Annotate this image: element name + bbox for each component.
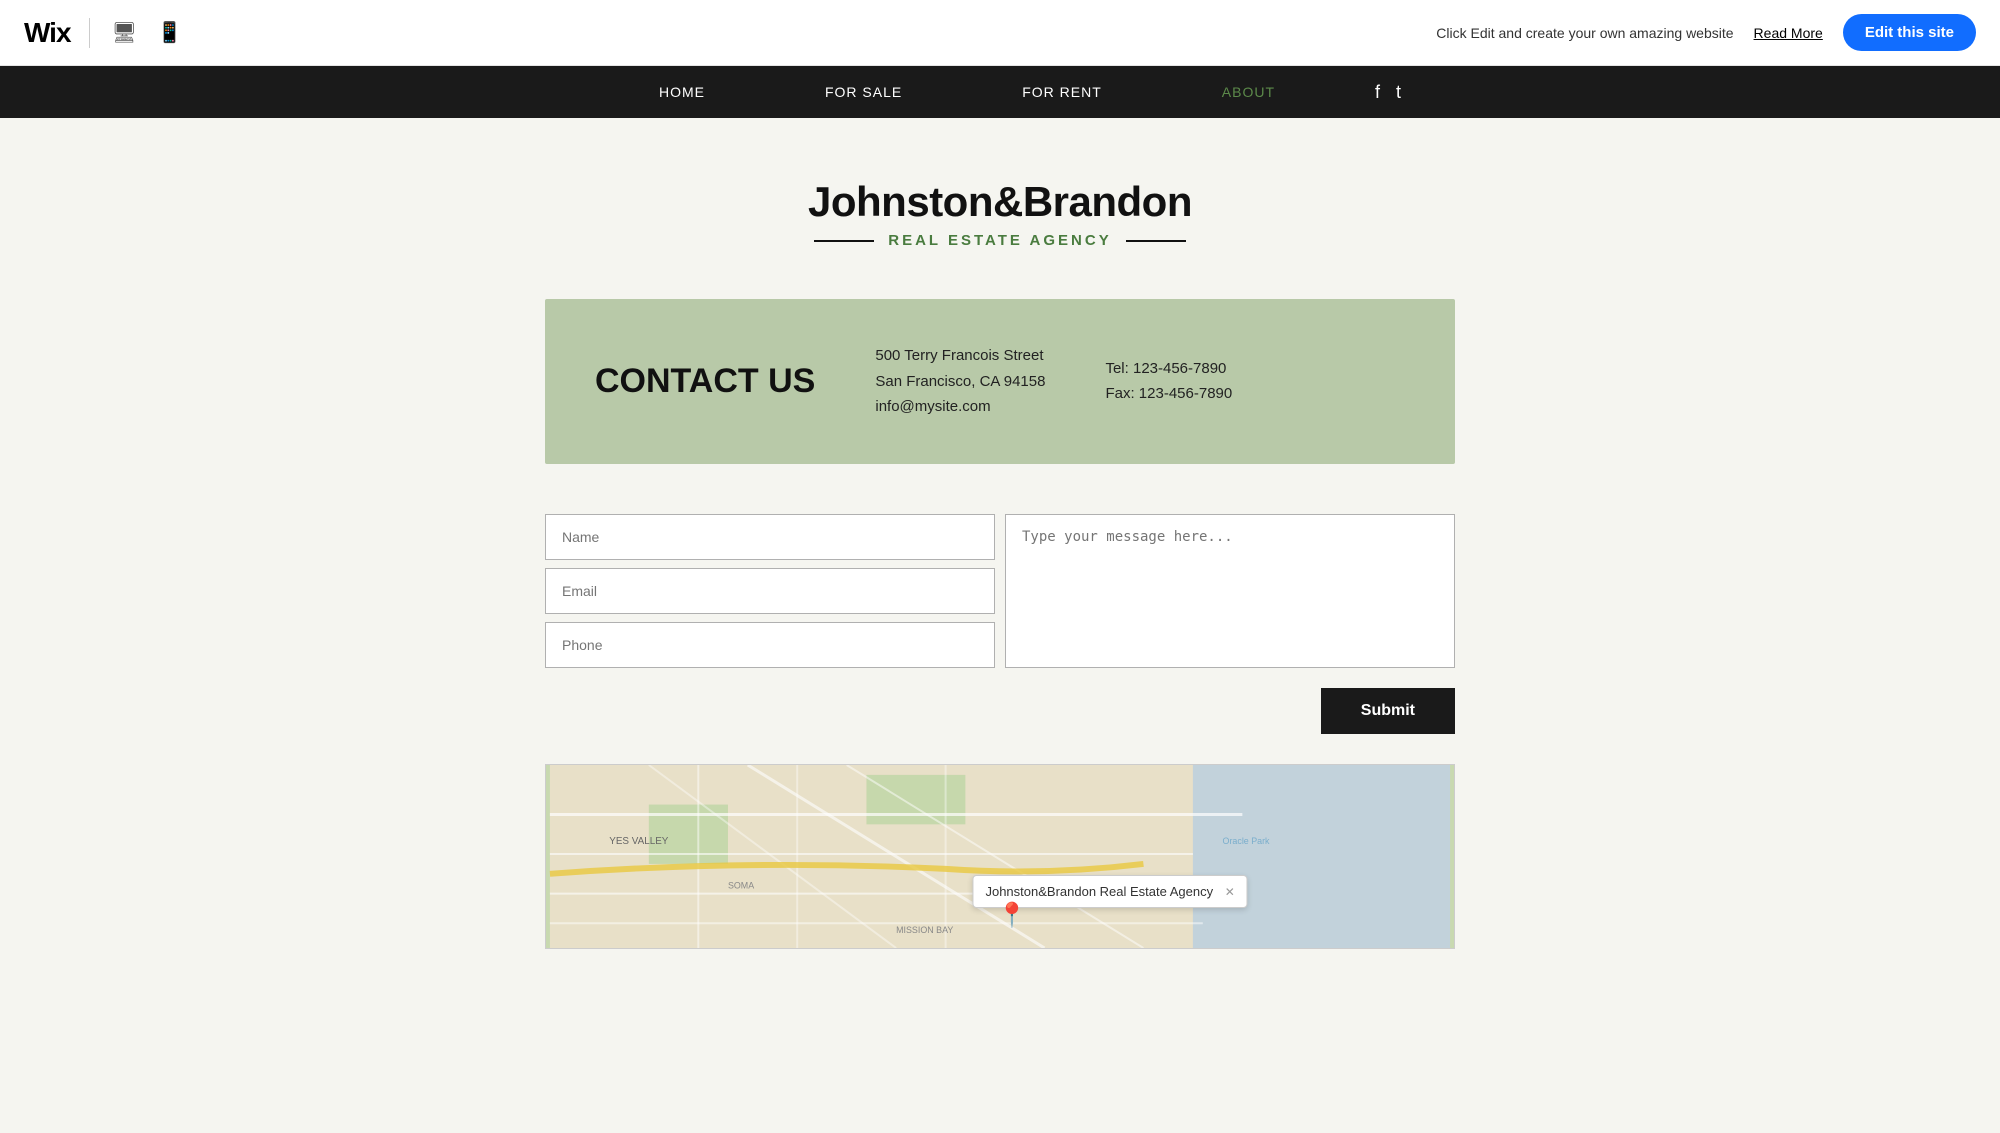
brand-subtitle: Real Estate Agency	[888, 232, 1111, 249]
email-input[interactable]	[545, 568, 995, 614]
edit-site-button[interactable]: Edit this site	[1843, 14, 1976, 51]
contact-box: CONTACT US 500 Terry Francois Street San…	[545, 299, 1455, 464]
brand-section: Johnston&Brandon Real Estate Agency	[0, 158, 2000, 279]
map-popup-close[interactable]: ✕	[1225, 885, 1235, 899]
submit-button[interactable]: Submit	[1321, 688, 1455, 734]
topbar-divider	[89, 18, 90, 48]
nav-item-about[interactable]: ABOUT	[1162, 66, 1335, 118]
brand-line-left	[814, 240, 874, 242]
nav-social: f t	[1375, 82, 1401, 103]
read-more-link[interactable]: Read More	[1754, 25, 1823, 41]
map-pin: 📍	[997, 901, 1027, 930]
svg-text:Oracle Park: Oracle Park	[1223, 836, 1270, 846]
desktop-icon[interactable]: 🖥	[108, 16, 141, 49]
topbar-right: Click Edit and create your own amazing w…	[1436, 14, 1976, 51]
mobile-icon[interactable]: 📱	[153, 16, 186, 49]
brand-title: Johnston&Brandon	[0, 178, 2000, 226]
name-input[interactable]	[545, 514, 995, 560]
submit-row: Submit	[545, 688, 1455, 764]
nav-item-for-sale[interactable]: FOR SALE	[765, 66, 962, 118]
twitter-icon[interactable]: t	[1396, 82, 1401, 103]
map-popup-label: Johnston&Brandon Real Estate Agency	[985, 884, 1213, 899]
message-textarea[interactable]	[1005, 514, 1455, 668]
wix-logo: Wix	[24, 17, 71, 49]
main-content: Johnston&Brandon Real Estate Agency CONT…	[0, 118, 2000, 949]
form-right	[1005, 514, 1455, 668]
svg-text:MISSION BAY: MISSION BAY	[896, 925, 953, 935]
topbar-left: Wix 🖥 📱	[24, 16, 186, 49]
facebook-icon[interactable]: f	[1375, 82, 1380, 103]
phone-input[interactable]	[545, 622, 995, 668]
contact-heading: CONTACT US	[595, 362, 815, 401]
nav-item-for-rent[interactable]: FOR RENT	[962, 66, 1162, 118]
svg-text:YES VALLEY: YES VALLEY	[609, 836, 669, 847]
navbar: HOME FOR SALE FOR RENT ABOUT f t	[0, 66, 2000, 118]
topbar: Wix 🖥 📱 Click Edit and create your own a…	[0, 0, 2000, 66]
svg-text:SOMA: SOMA	[728, 880, 754, 890]
contact-phone: Tel: 123-456-7890 Fax: 123-456-7890	[1105, 356, 1232, 407]
contact-address: 500 Terry Francois Street San Francisco,…	[875, 343, 1045, 420]
nav-item-home[interactable]: HOME	[599, 66, 765, 118]
map-section: YES VALLEY SOMA MISSION BAY Oracle Park …	[545, 764, 1455, 949]
brand-line-right	[1126, 240, 1186, 242]
contact-form	[545, 484, 1455, 688]
form-left	[545, 514, 995, 668]
promo-text: Click Edit and create your own amazing w…	[1436, 25, 1733, 41]
brand-subtitle-row: Real Estate Agency	[0, 232, 2000, 249]
